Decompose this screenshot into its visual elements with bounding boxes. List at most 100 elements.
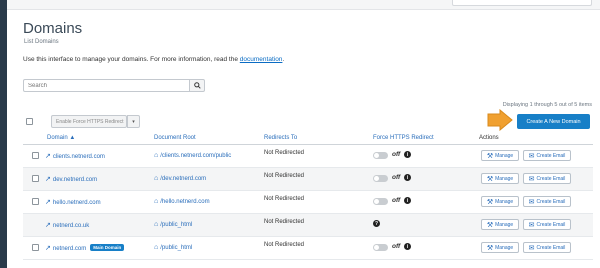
manage-button[interactable]: ⚒ Manage (481, 150, 519, 161)
wrench-icon: ⚒ (486, 152, 494, 160)
row-checkbox[interactable] (32, 198, 39, 205)
sidebar-edge (0, 0, 7, 268)
sort-asc-icon: ▲ (69, 135, 76, 141)
home-icon: ⌂ (154, 198, 159, 205)
docroot-path: /dev.netnerd.com (160, 176, 207, 182)
domain-name: hello.netnerd.com (52, 200, 101, 206)
domain-link[interactable]: ↗ hello.netnerd.com (45, 198, 101, 206)
column-domain[interactable]: Domain ▲ (47, 135, 75, 141)
https-toggle[interactable] (373, 198, 388, 205)
create-email-button[interactable]: ✉ Create Email (523, 242, 571, 253)
manage-label: Manage (495, 221, 514, 228)
column-https[interactable]: Force HTTPS Redirect (373, 135, 434, 141)
https-toggle[interactable] (373, 152, 388, 159)
top-bar (7, 0, 600, 10)
table-row: ↗ hello.netnerd.com ⌂/hello.netnerd.com Not… (23, 191, 593, 214)
domain-link[interactable]: ↗ clients.netnerd.com (45, 152, 105, 160)
wrench-icon: ⚒ (486, 221, 494, 229)
main-domain-badge: Main Domain (90, 244, 125, 251)
https-toggle[interactable] (373, 244, 388, 251)
manage-button[interactable]: ⚒ Manage (481, 242, 519, 253)
documentation-link[interactable]: documentation (240, 56, 283, 63)
create-email-button[interactable]: ✉ Create Email (523, 150, 571, 161)
https-state: off (392, 151, 401, 158)
create-email-button[interactable]: ✉ Create Email (523, 173, 571, 184)
docroot-path: /hello.netnerd.com (160, 199, 210, 205)
column-actions: Actions (479, 135, 499, 141)
envelope-icon: ✉ (528, 175, 535, 183)
search-button[interactable] (189, 79, 205, 92)
home-icon: ⌂ (154, 175, 159, 182)
row-checkbox[interactable] (32, 244, 39, 251)
info-icon[interactable]: i (404, 151, 411, 158)
wrench-icon: ⚒ (486, 175, 494, 183)
docroot-link[interactable]: ⌂/public_html (154, 221, 192, 228)
info-icon[interactable]: i (404, 174, 411, 181)
external-link-icon: ↗ (45, 176, 51, 183)
pointer-arrow-icon (487, 109, 513, 131)
redirect-status: Not Redirected (264, 173, 305, 179)
external-link-icon: ↗ (45, 245, 51, 252)
create-email-button[interactable]: ✉ Create Email (523, 196, 571, 207)
https-toggle[interactable] (373, 175, 388, 182)
table-row: ↗ netnerd.co.uk ⌂/public_html Not Redirecte… (23, 214, 593, 237)
domain-link[interactable]: ↗ netnerd.com Main Domain (45, 244, 125, 252)
create-domain-button[interactable]: Create A New Domain (517, 114, 590, 129)
search-bar (23, 79, 205, 92)
manage-button[interactable]: ⚒ Manage (481, 196, 519, 207)
wrench-icon: ⚒ (486, 198, 494, 206)
column-domain-label: Domain (47, 135, 68, 141)
domain-name: dev.netnerd.com (52, 177, 98, 183)
bulk-action-dropdown[interactable]: ▾ (127, 115, 140, 128)
bulk-action-button[interactable]: Enable Force HTTPS Redirect (51, 115, 127, 128)
domain-link[interactable]: ↗ netnerd.co.uk (45, 221, 89, 229)
info-icon[interactable]: i (404, 243, 411, 250)
intro-body: Use this interface to manage your domain… (23, 56, 240, 63)
table-body: ↗ clients.netnerd.com ⌂/clients.netnerd.co… (23, 145, 593, 260)
create-email-label: Create Email (536, 152, 566, 159)
docroot-link[interactable]: ⌂/clients.netnerd.com/public (154, 152, 231, 159)
main-content: Domains List Domains Use this interface … (7, 10, 600, 268)
domains-table: Domain ▲ Document Root Redirects To Forc… (23, 133, 593, 260)
table-row: ↗ netnerd.com Main Domain ⌂/public_html Not … (23, 237, 593, 260)
table-row: ↗ dev.netnerd.com ⌂/dev.netnerd.com Not Red… (23, 168, 593, 191)
top-search-box[interactable] (452, 0, 592, 6)
https-state: off (392, 174, 401, 181)
redirect-status: Not Redirected (264, 219, 305, 225)
question-icon[interactable]: ? (373, 220, 380, 227)
manage-label: Manage (495, 152, 514, 159)
domain-link[interactable]: ↗ dev.netnerd.com (45, 175, 97, 183)
row-checkbox[interactable] (32, 152, 39, 159)
create-email-label: Create Email (536, 198, 566, 205)
domain-name: netnerd.co.uk (52, 223, 90, 229)
manage-button[interactable]: ⚒ Manage (481, 173, 519, 184)
envelope-icon: ✉ (528, 152, 535, 160)
external-link-icon: ↗ (45, 153, 51, 160)
column-docroot[interactable]: Document Root (154, 135, 196, 141)
docroot-link[interactable]: ⌂/public_html (154, 244, 192, 251)
table-row: ↗ clients.netnerd.com ⌂/clients.netnerd.co… (23, 145, 593, 168)
https-state: off (392, 197, 401, 204)
search-input[interactable] (23, 79, 190, 92)
column-redirects[interactable]: Redirects To (264, 135, 297, 141)
create-email-button[interactable]: ✉ Create Email (523, 219, 571, 230)
external-link-icon: ↗ (45, 222, 51, 229)
select-all-checkbox[interactable] (26, 118, 33, 125)
https-state: off (392, 243, 401, 250)
page-title: Domains (23, 20, 83, 37)
envelope-icon: ✉ (528, 244, 535, 252)
docroot-path: /clients.netnerd.com/public (160, 153, 232, 159)
info-icon[interactable]: i (404, 197, 411, 204)
domain-name: netnerd.com (52, 246, 87, 252)
manage-label: Manage (495, 175, 514, 182)
row-checkbox[interactable] (32, 175, 39, 182)
docroot-link[interactable]: ⌂/hello.netnerd.com (154, 198, 210, 205)
create-email-label: Create Email (536, 244, 566, 251)
redirect-status: Not Redirected (264, 150, 305, 156)
docroot-link[interactable]: ⌂/dev.netnerd.com (154, 175, 206, 182)
manage-label: Manage (495, 244, 514, 251)
manage-button[interactable]: ⚒ Manage (481, 219, 519, 230)
wrench-icon: ⚒ (486, 244, 494, 252)
redirect-status: Not Redirected (264, 196, 305, 202)
table-header: Domain ▲ Document Root Redirects To Forc… (23, 133, 593, 145)
